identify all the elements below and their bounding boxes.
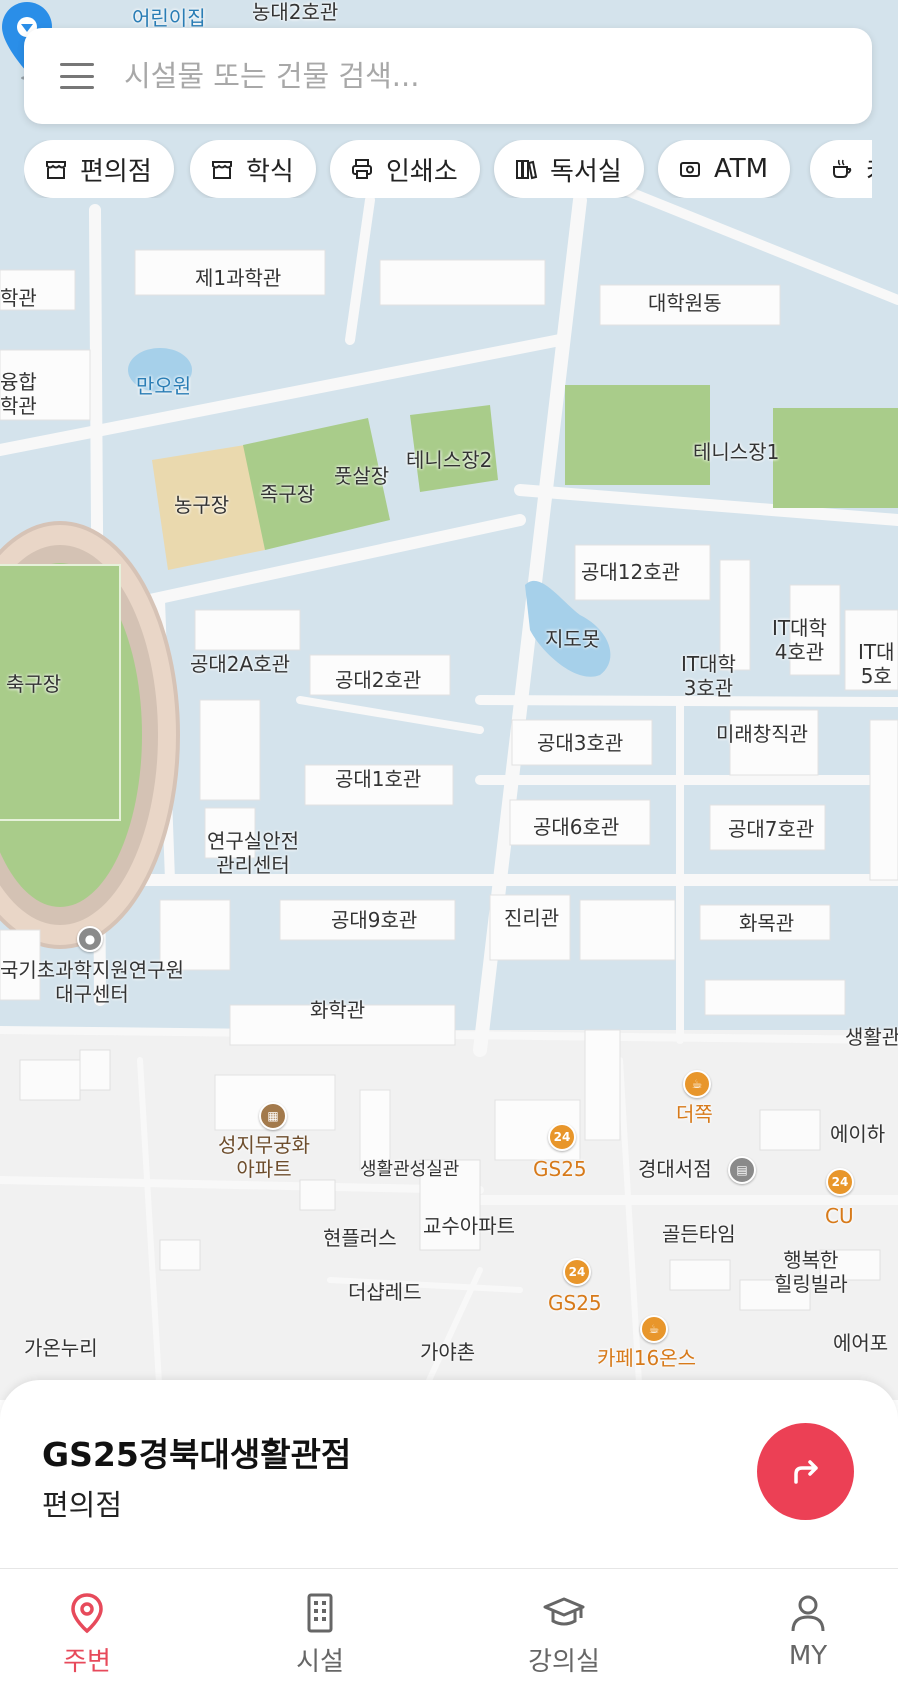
map-label-gongdae2a: 공대2A호관 bbox=[190, 652, 291, 676]
map-label-eoepo: 에어포 bbox=[833, 1331, 889, 1355]
map-label-cafe16: 카페16온스 bbox=[597, 1346, 697, 1370]
store-icon bbox=[46, 161, 66, 179]
map-label-gaonnuri: 가온누리 bbox=[24, 1336, 98, 1360]
map-label-deshapred: 더샵레드 bbox=[348, 1280, 422, 1304]
map-label-yunghap: 융합 학관 bbox=[0, 370, 37, 418]
chip-print-shop[interactable]: 인쇄소 bbox=[330, 140, 480, 198]
map-label-nonggu: 농구장 bbox=[174, 493, 230, 517]
tab-my[interactable]: MY bbox=[748, 1569, 868, 1696]
chip-label: ATM bbox=[714, 154, 769, 184]
map-label-seongji: 성지무궁화 아파트 bbox=[218, 1133, 310, 1181]
map-label-nongdae2: 농대2호관 bbox=[252, 0, 339, 24]
user-icon bbox=[791, 1595, 825, 1632]
map-label-hwahak: 화학관 bbox=[310, 998, 366, 1022]
tab-label: 강의실 bbox=[528, 1647, 600, 1677]
graduation-cap-icon bbox=[543, 1597, 585, 1626]
tab-label: 시설 bbox=[296, 1647, 344, 1677]
map-label-gongdae1: 공대1호관 bbox=[335, 767, 422, 791]
tab-classrooms[interactable]: 강의실 bbox=[504, 1569, 624, 1696]
cafe-icon[interactable]: ☕ bbox=[640, 1315, 668, 1343]
map-label-hakgwan: 학관 bbox=[0, 286, 37, 310]
convenience-store-icon[interactable]: 24 bbox=[548, 1123, 576, 1151]
map-label-miraechangjik: 미래창직관 bbox=[716, 722, 808, 746]
chip-cafeteria[interactable]: 학식 bbox=[190, 140, 316, 198]
map-label-it5: IT대 5호 bbox=[858, 640, 895, 688]
bookstore-icon[interactable]: ▤ bbox=[728, 1156, 756, 1184]
map-label-gongdae6: 공대6호관 bbox=[533, 815, 620, 839]
map-label-jinrigwan: 진리관 bbox=[504, 906, 560, 930]
building-icon bbox=[307, 1593, 333, 1633]
map-label-it4: IT대학 4호관 bbox=[772, 616, 827, 664]
map-label-yeonguanjeon: 연구실안전 관리센터 bbox=[207, 829, 299, 877]
map-label-tennis2: 테니스장2 bbox=[406, 448, 493, 472]
tab-nearby[interactable]: 주변 bbox=[27, 1569, 147, 1696]
map-label-kbsi: 국기초과학지원연구원 대구센터 bbox=[0, 958, 184, 1006]
directions-button[interactable] bbox=[757, 1423, 854, 1520]
map-label-cu: CU bbox=[825, 1204, 854, 1228]
map-label-gs25-b: GS25 bbox=[548, 1291, 602, 1315]
map-label-gongdae3: 공대3호관 bbox=[537, 731, 624, 755]
map-label-deojjok: 더쪽 bbox=[676, 1102, 713, 1126]
convenience-store-icon[interactable]: 24 bbox=[563, 1258, 591, 1286]
location-pin-icon bbox=[71, 1593, 103, 1634]
map-label-jokgu: 족구장 bbox=[260, 482, 316, 506]
map-label-hyeonplus: 현플러스 bbox=[323, 1226, 397, 1250]
map-label-gongdae7: 공대7호관 bbox=[728, 817, 815, 841]
map-label-futsal: 풋살장 bbox=[334, 464, 390, 488]
category-chips: 편의점 학식 인쇄소 독서실 ATM 카 bbox=[24, 140, 872, 198]
chip-atm[interactable]: ATM bbox=[658, 140, 791, 198]
map-label-chukgu: 축구장 bbox=[6, 672, 62, 696]
chip-label: 인쇄소 bbox=[386, 156, 458, 187]
chip-label: 독서실 bbox=[550, 156, 622, 187]
map-label-manowon: 만오원 bbox=[136, 374, 192, 398]
map-label-gongdae2: 공대2호관 bbox=[335, 668, 422, 692]
map-base bbox=[0, 0, 898, 1400]
map-label-jidomot: 지도못 bbox=[545, 627, 601, 651]
printer-icon bbox=[352, 159, 372, 179]
research-center-icon[interactable]: ● bbox=[77, 926, 103, 952]
cafe-icon[interactable]: ☕ bbox=[683, 1070, 711, 1098]
search-input[interactable] bbox=[124, 59, 824, 93]
map-label-gyosu: 교수아파트 bbox=[423, 1214, 515, 1238]
map-label-saenghwalseongsil: 생활관성실관 bbox=[360, 1159, 460, 1180]
coffee-icon bbox=[833, 159, 852, 178]
map-label-daehakwon: 대학원동 bbox=[648, 291, 722, 315]
map-label-gyeongdaeseojeom: 경대서점 bbox=[638, 1157, 712, 1181]
map-label-haengbok: 행복한 힐링빌라 bbox=[774, 1248, 848, 1296]
map-label-gs25-a: GS25 bbox=[533, 1157, 587, 1181]
chip-label: 카 bbox=[866, 151, 872, 188]
tab-label: 주변 bbox=[63, 1647, 111, 1677]
menu-icon[interactable] bbox=[60, 63, 94, 89]
map-label-je1gwahak: 제1과학관 bbox=[195, 266, 282, 290]
map-label-goldentime: 골든타임 bbox=[662, 1222, 736, 1246]
map-label-daycare: 어린이집 bbox=[132, 6, 206, 30]
map-label-saenghwal: 생활관 bbox=[845, 1025, 898, 1049]
tab-label: MY bbox=[788, 1641, 828, 1671]
chip-reading-room[interactable]: 독서실 bbox=[494, 140, 644, 198]
map-label-gongdae9: 공대9호관 bbox=[331, 908, 418, 932]
search-bar bbox=[24, 28, 872, 124]
books-icon bbox=[516, 160, 538, 180]
map-label-eihae: 에이하 bbox=[830, 1122, 886, 1146]
place-category: 편의점 bbox=[42, 1488, 123, 1522]
map-label-gongdae12: 공대12호관 bbox=[581, 560, 681, 584]
map-label-tennis1: 테니스장1 bbox=[693, 440, 780, 464]
map-label-it3: IT대학 3호관 bbox=[681, 652, 736, 700]
chip-convenience-store[interactable]: 편의점 bbox=[24, 140, 174, 198]
chip-label: 편의점 bbox=[80, 156, 152, 187]
chip-label: 학식 bbox=[246, 156, 294, 187]
chip-cafe[interactable]: 카 bbox=[810, 140, 872, 198]
campus-map[interactable]: 어린이집 농대2호관 제1과학관 학관 융합 학관 만오원 대학원동 테니스장2… bbox=[0, 0, 898, 1400]
convenience-store-icon[interactable]: 24 bbox=[826, 1168, 854, 1196]
turn-right-arrow-icon bbox=[793, 1459, 818, 1484]
store-icon bbox=[212, 161, 232, 179]
apartment-icon[interactable]: ▦ bbox=[259, 1102, 287, 1130]
bottom-tab-bar: 주변 시설 강의실 MY bbox=[0, 1568, 898, 1696]
atm-icon bbox=[680, 162, 700, 177]
tab-facilities[interactable]: 시설 bbox=[260, 1569, 380, 1696]
map-label-hwamokgwan: 화목관 bbox=[739, 911, 795, 935]
place-name: GS25경북대생활관점 bbox=[42, 1435, 352, 1474]
map-label-gayachon: 가야촌 bbox=[420, 1340, 476, 1364]
